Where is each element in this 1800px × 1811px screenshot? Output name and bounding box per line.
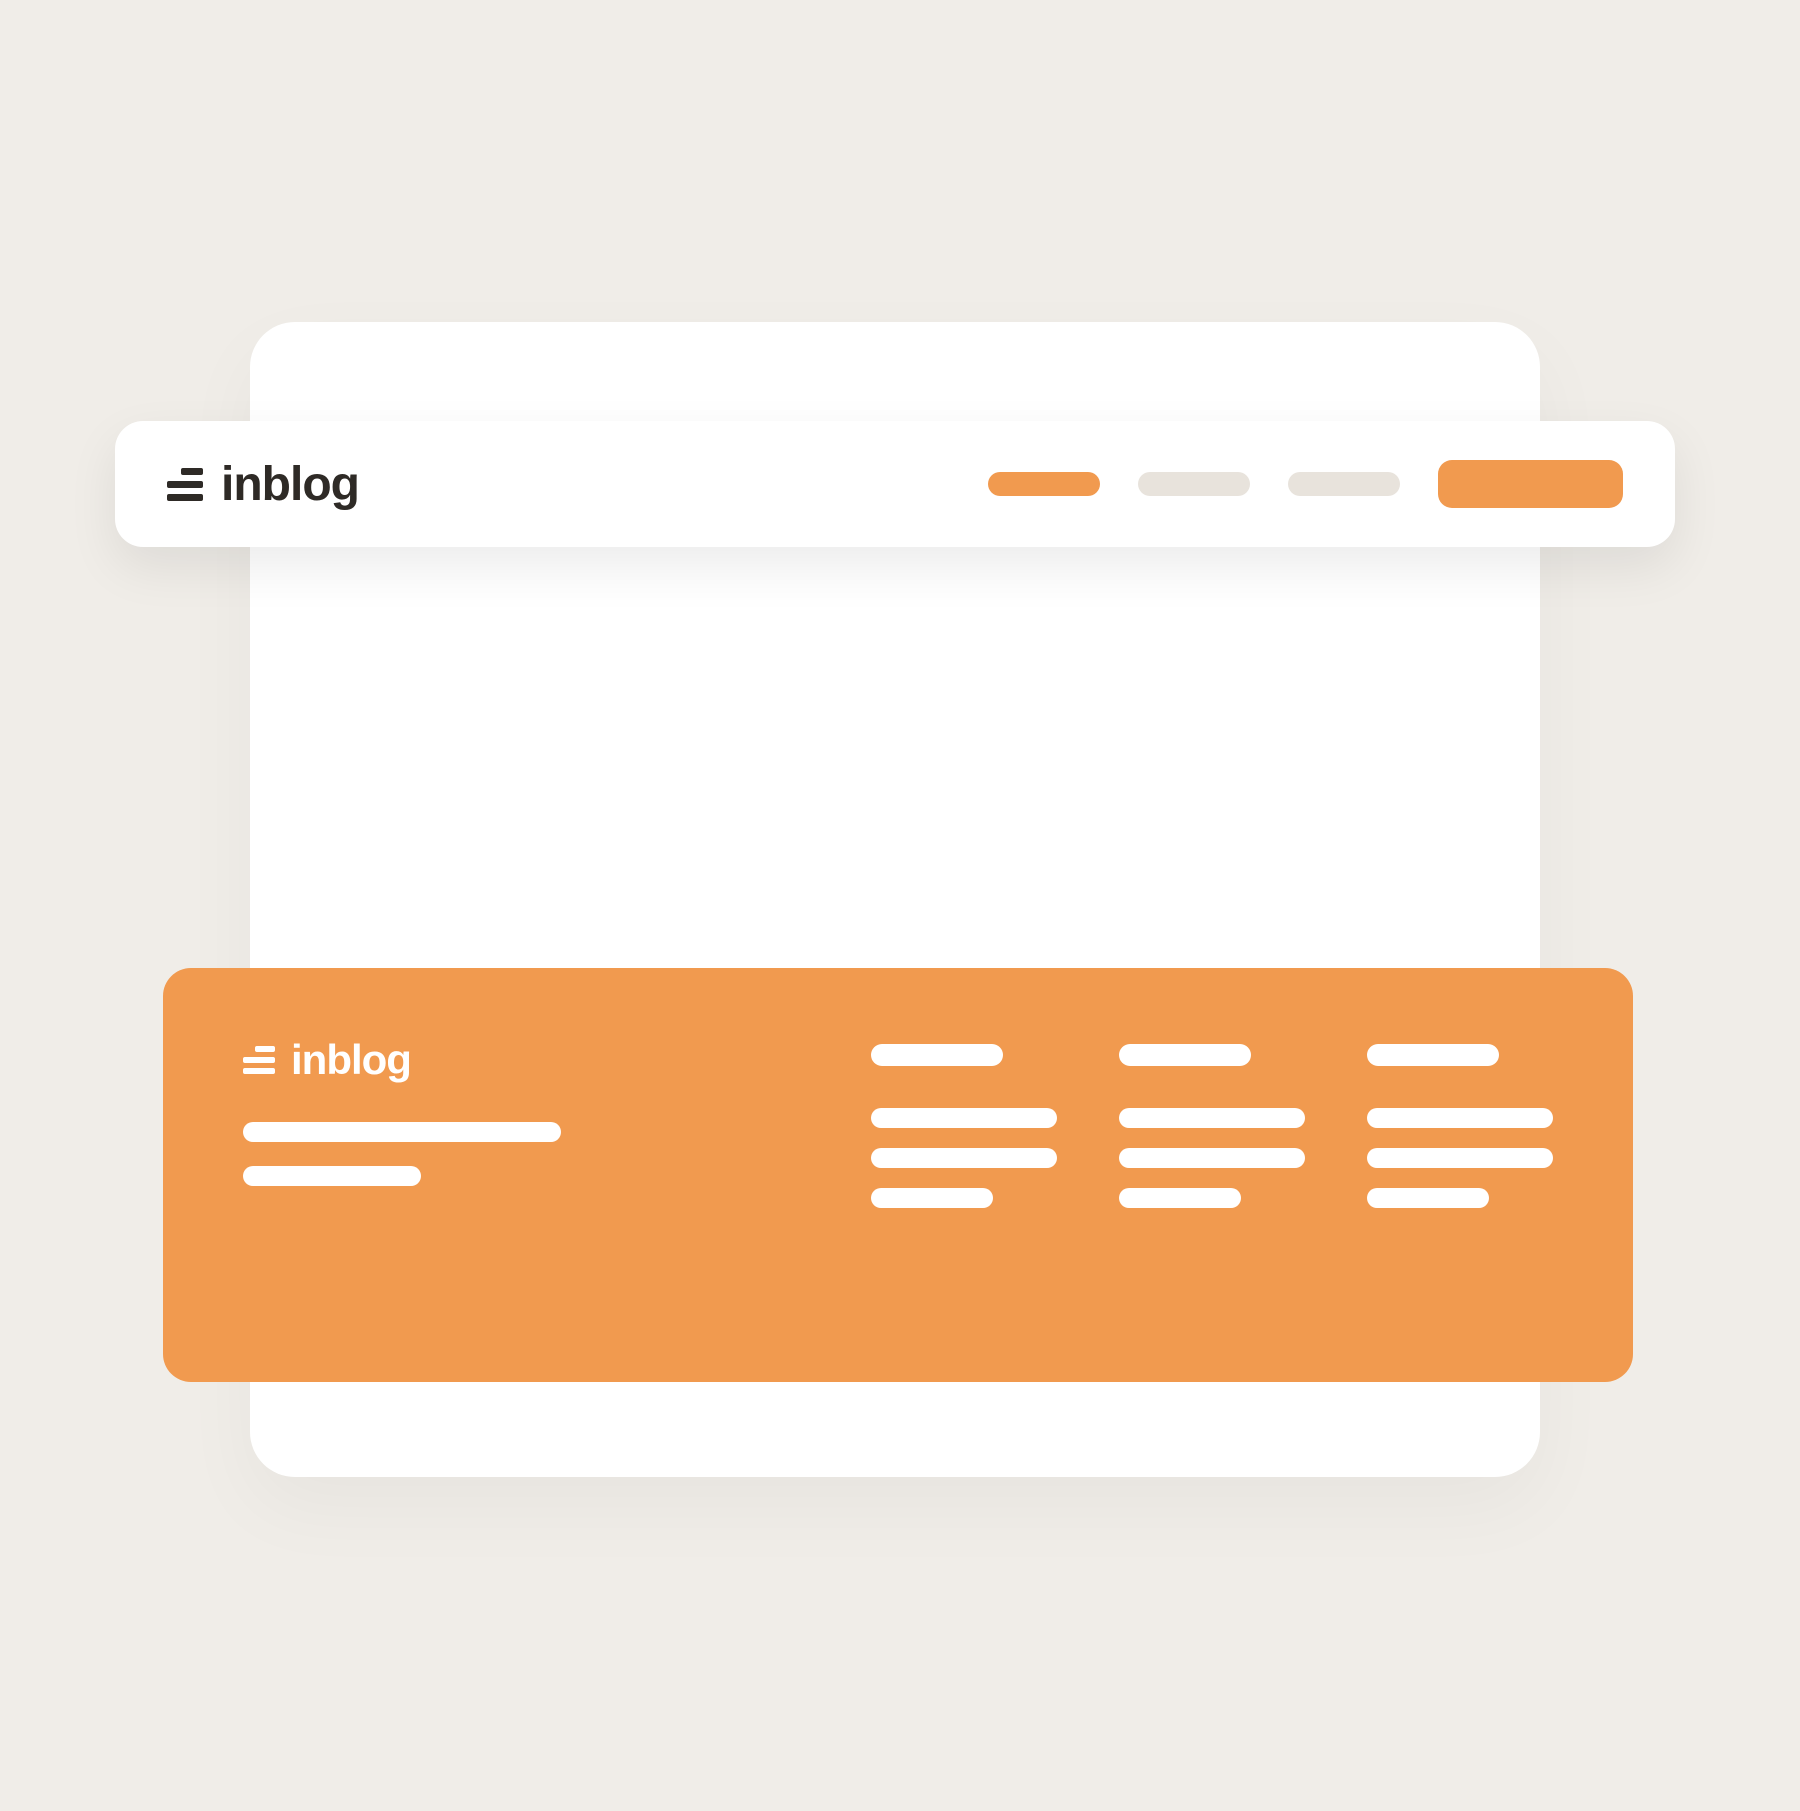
footer-link[interactable] bbox=[1367, 1148, 1553, 1168]
nav-items bbox=[988, 460, 1623, 508]
placeholder-line bbox=[243, 1166, 421, 1186]
menu-lines-icon bbox=[167, 468, 203, 501]
footer-link[interactable] bbox=[871, 1148, 1057, 1168]
menu-lines-icon bbox=[243, 1046, 275, 1074]
header-bar: inblog bbox=[115, 421, 1675, 547]
cta-button[interactable] bbox=[1438, 460, 1623, 508]
footer-link[interactable] bbox=[871, 1108, 1057, 1128]
footer-column bbox=[871, 1044, 1057, 1314]
footer-columns bbox=[871, 1044, 1553, 1314]
footer-link[interactable] bbox=[1119, 1108, 1305, 1128]
footer-brand-section: inblog bbox=[243, 1036, 561, 1314]
placeholder-line bbox=[243, 1122, 561, 1142]
nav-item-active[interactable] bbox=[988, 472, 1100, 496]
footer-link[interactable] bbox=[871, 1188, 993, 1208]
footer-column bbox=[1119, 1044, 1305, 1314]
nav-item[interactable] bbox=[1288, 472, 1400, 496]
footer-card: inblog bbox=[163, 968, 1633, 1382]
footer-link[interactable] bbox=[1119, 1188, 1241, 1208]
footer-tagline bbox=[243, 1122, 561, 1186]
footer-column-header bbox=[1119, 1044, 1251, 1066]
nav-item[interactable] bbox=[1138, 472, 1250, 496]
brand-logo[interactable]: inblog bbox=[167, 457, 359, 512]
footer-column-header bbox=[1367, 1044, 1499, 1066]
footer-link[interactable] bbox=[1367, 1188, 1489, 1208]
footer-link[interactable] bbox=[1367, 1108, 1553, 1128]
footer-link[interactable] bbox=[1119, 1148, 1305, 1168]
footer-column bbox=[1367, 1044, 1553, 1314]
footer-column-header bbox=[871, 1044, 1003, 1066]
footer-brand-logo[interactable]: inblog bbox=[243, 1036, 561, 1084]
footer-brand-name: inblog bbox=[291, 1036, 411, 1084]
brand-name: inblog bbox=[221, 457, 359, 512]
